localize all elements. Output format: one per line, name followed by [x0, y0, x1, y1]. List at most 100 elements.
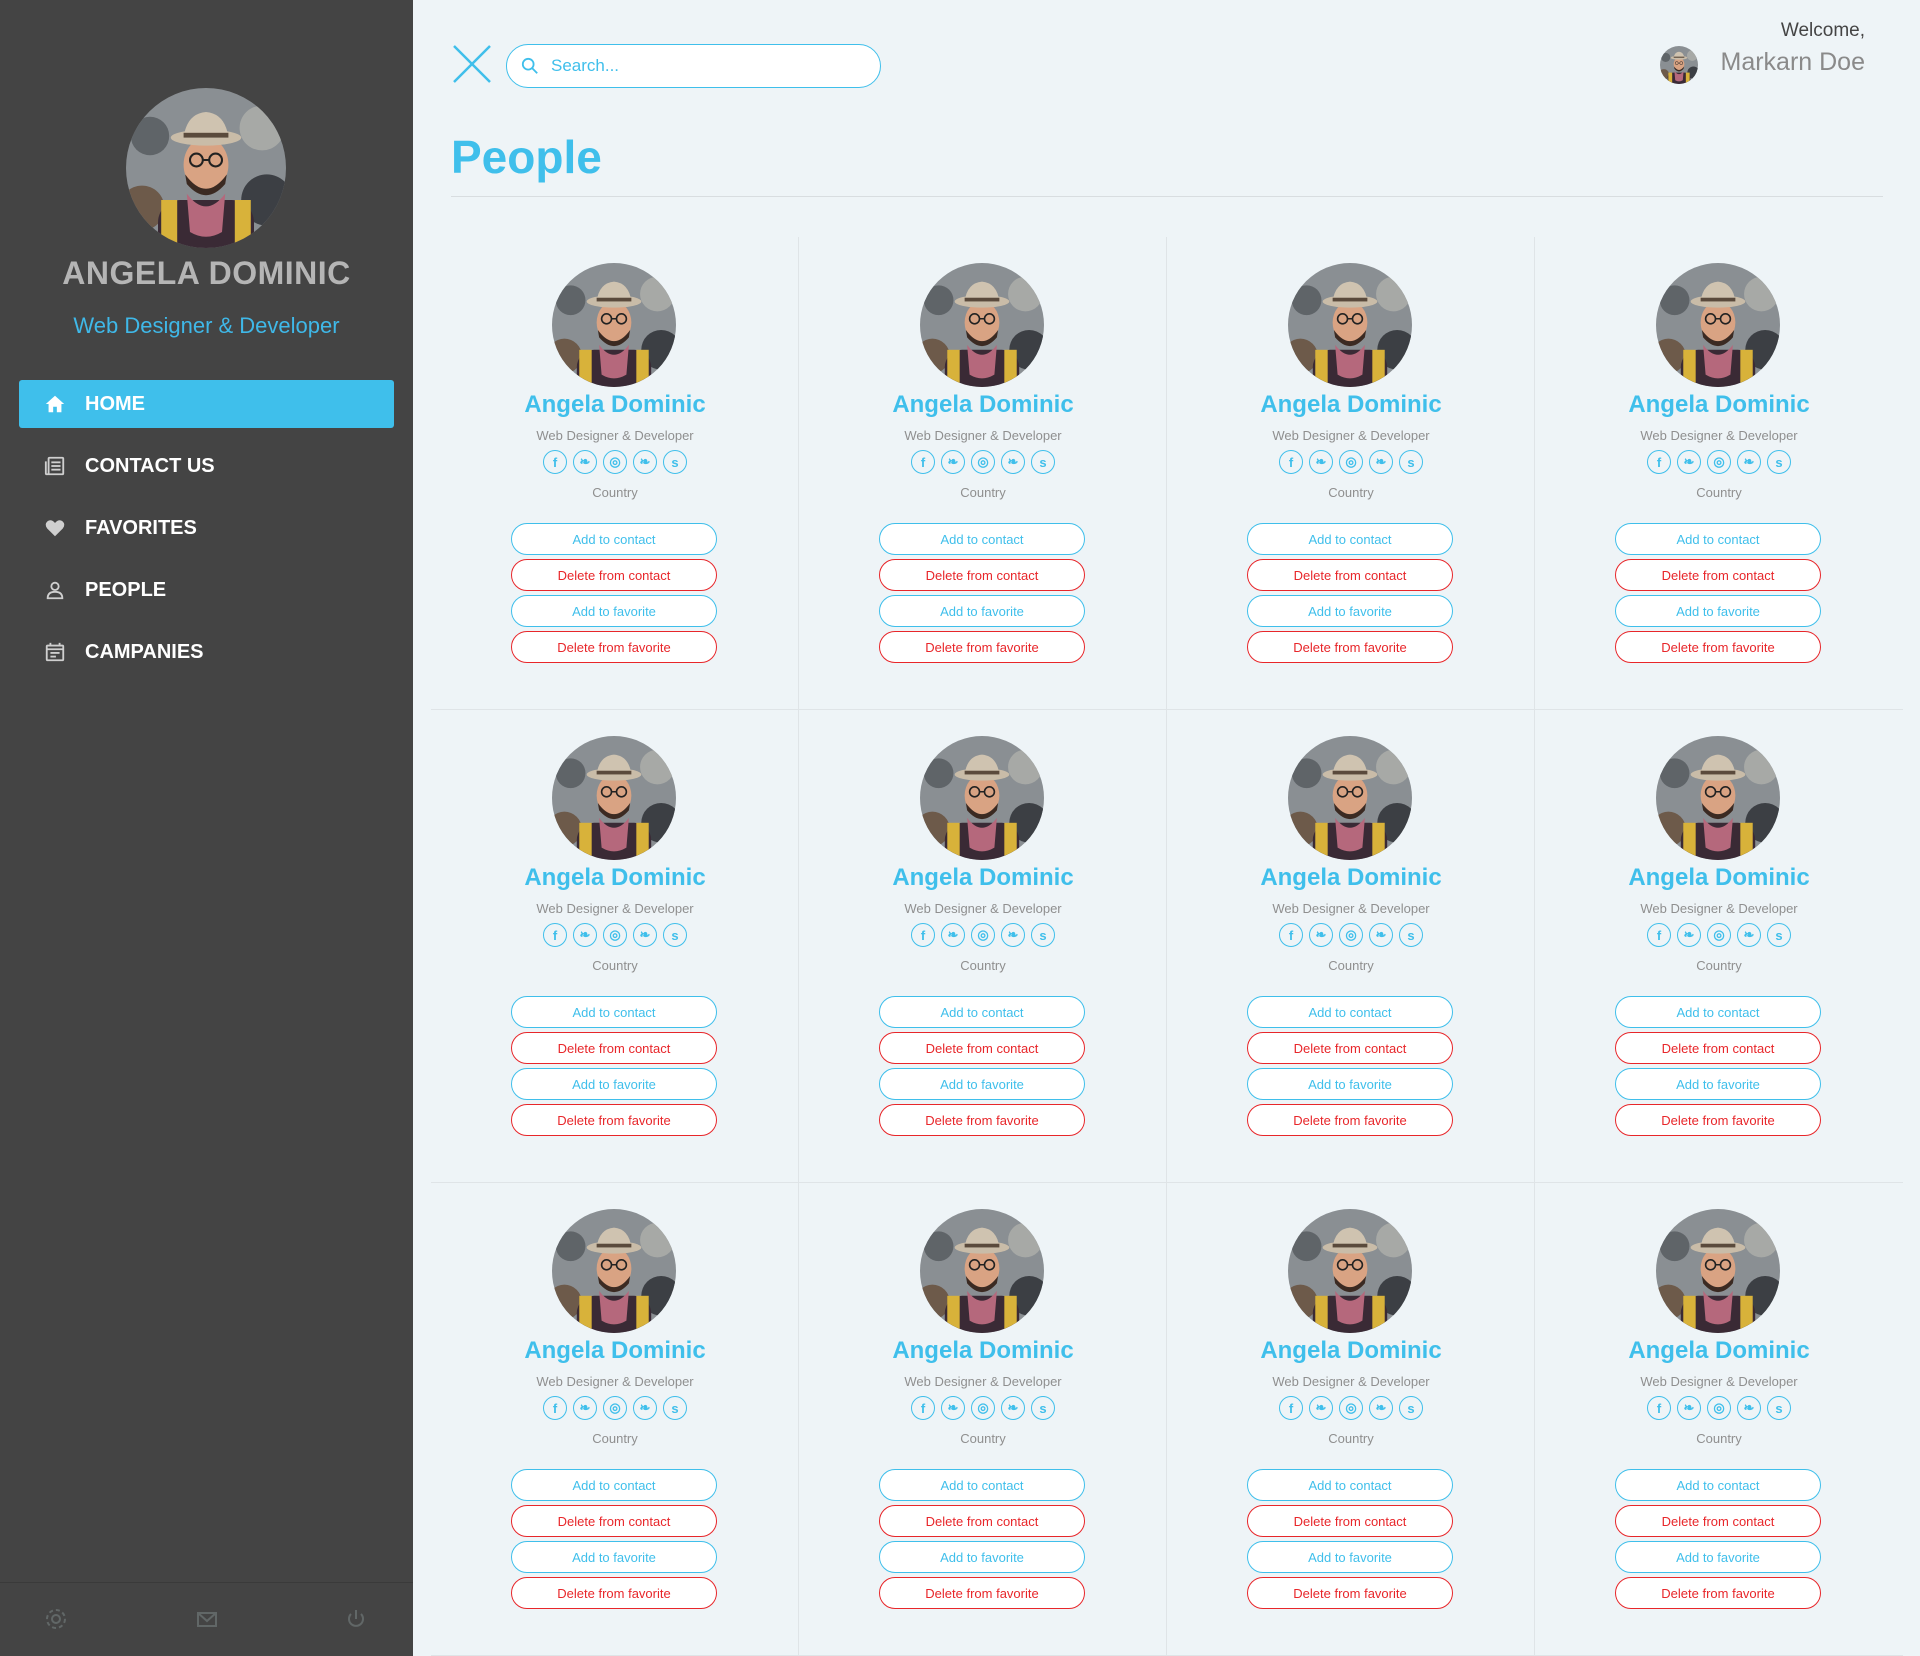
add-to-contact-button[interactable]: Add to contact [1615, 1469, 1821, 1501]
add-to-favorite-button[interactable]: Add to favorite [511, 1541, 717, 1573]
facebook-icon[interactable]: f [1279, 923, 1303, 947]
twitter-icon[interactable]: ❧ [1309, 1396, 1333, 1420]
instagram-icon[interactable]: ◎ [1707, 450, 1731, 474]
add-to-favorite-button[interactable]: Add to favorite [1247, 595, 1453, 627]
instagram-icon[interactable]: ◎ [603, 923, 627, 947]
add-to-favorite-button[interactable]: Add to favorite [1247, 1541, 1453, 1573]
add-to-favorite-button[interactable]: Add to favorite [1615, 595, 1821, 627]
twitter-icon[interactable]: ❧ [941, 1396, 965, 1420]
add-to-contact-button[interactable]: Add to contact [1247, 996, 1453, 1028]
delete-from-favorite-button[interactable]: Delete from favorite [1247, 1104, 1453, 1136]
facebook-icon[interactable]: f [1647, 450, 1671, 474]
add-to-contact-button[interactable]: Add to contact [511, 996, 717, 1028]
twitter-icon[interactable]: ❧ [1737, 450, 1761, 474]
delete-from-favorite-button[interactable]: Delete from favorite [1247, 631, 1453, 663]
sidebar-item-home[interactable]: HOME [19, 380, 394, 428]
user-name[interactable]: Markarn Doe [1700, 48, 1866, 77]
twitter-icon[interactable]: ❧ [573, 923, 597, 947]
delete-from-favorite-button[interactable]: Delete from favorite [511, 1577, 717, 1609]
delete-from-contact-button[interactable]: Delete from contact [511, 1032, 717, 1064]
instagram-icon[interactable]: ◎ [603, 450, 627, 474]
skype-icon[interactable]: s [1399, 923, 1423, 947]
delete-from-favorite-button[interactable]: Delete from favorite [1247, 1577, 1453, 1609]
delete-from-favorite-button[interactable]: Delete from favorite [1615, 1104, 1821, 1136]
delete-from-contact-button[interactable]: Delete from contact [879, 1505, 1085, 1537]
twitter-icon[interactable]: ❧ [1001, 1396, 1025, 1420]
add-to-contact-button[interactable]: Add to contact [1247, 523, 1453, 555]
instagram-icon[interactable]: ◎ [971, 1396, 995, 1420]
facebook-icon[interactable]: f [1647, 923, 1671, 947]
skype-icon[interactable]: s [1767, 450, 1791, 474]
instagram-icon[interactable]: ◎ [1339, 923, 1363, 947]
avatar[interactable] [1660, 46, 1698, 84]
delete-from-contact-button[interactable]: Delete from contact [1615, 559, 1821, 591]
skype-icon[interactable]: s [1399, 450, 1423, 474]
twitter-icon[interactable]: ❧ [1001, 923, 1025, 947]
add-to-favorite-button[interactable]: Add to favorite [1615, 1541, 1821, 1573]
delete-from-favorite-button[interactable]: Delete from favorite [511, 1104, 717, 1136]
add-to-favorite-button[interactable]: Add to favorite [511, 595, 717, 627]
add-to-contact-button[interactable]: Add to contact [1615, 523, 1821, 555]
delete-from-contact-button[interactable]: Delete from contact [1615, 1032, 1821, 1064]
skype-icon[interactable]: s [1767, 1396, 1791, 1420]
gear-icon[interactable] [44, 1607, 68, 1631]
delete-from-favorite-button[interactable]: Delete from favorite [1615, 1577, 1821, 1609]
instagram-icon[interactable]: ◎ [603, 1396, 627, 1420]
twitter-icon[interactable]: ❧ [941, 450, 965, 474]
twitter-icon[interactable]: ❧ [1677, 923, 1701, 947]
add-to-favorite-button[interactable]: Add to favorite [879, 595, 1085, 627]
delete-from-favorite-button[interactable]: Delete from favorite [1615, 631, 1821, 663]
add-to-contact-button[interactable]: Add to contact [1247, 1469, 1453, 1501]
delete-from-favorite-button[interactable]: Delete from favorite [511, 631, 717, 663]
delete-from-contact-button[interactable]: Delete from contact [1247, 1032, 1453, 1064]
skype-icon[interactable]: s [1031, 450, 1055, 474]
facebook-icon[interactable]: f [1279, 450, 1303, 474]
delete-from-contact-button[interactable]: Delete from contact [511, 1505, 717, 1537]
facebook-icon[interactable]: f [911, 1396, 935, 1420]
twitter-icon[interactable]: ❧ [1369, 923, 1393, 947]
skype-icon[interactable]: s [663, 1396, 687, 1420]
add-to-favorite-button[interactable]: Add to favorite [1247, 1068, 1453, 1100]
delete-from-contact-button[interactable]: Delete from contact [879, 559, 1085, 591]
twitter-icon[interactable]: ❧ [1001, 450, 1025, 474]
instagram-icon[interactable]: ◎ [1339, 450, 1363, 474]
add-to-contact-button[interactable]: Add to contact [511, 523, 717, 555]
delete-from-contact-button[interactable]: Delete from contact [1247, 559, 1453, 591]
instagram-icon[interactable]: ◎ [1707, 923, 1731, 947]
sidebar-item-contact-us[interactable]: CONTACT US [19, 442, 394, 490]
add-to-favorite-button[interactable]: Add to favorite [1615, 1068, 1821, 1100]
skype-icon[interactable]: s [1031, 1396, 1055, 1420]
skype-icon[interactable]: s [1031, 923, 1055, 947]
instagram-icon[interactable]: ◎ [1339, 1396, 1363, 1420]
close-icon[interactable] [452, 44, 492, 84]
add-to-contact-button[interactable]: Add to contact [511, 1469, 717, 1501]
skype-icon[interactable]: s [1399, 1396, 1423, 1420]
facebook-icon[interactable]: f [543, 450, 567, 474]
search-input[interactable] [551, 56, 851, 76]
twitter-icon[interactable]: ❧ [1309, 923, 1333, 947]
twitter-icon[interactable]: ❧ [573, 450, 597, 474]
add-to-contact-button[interactable]: Add to contact [879, 523, 1085, 555]
delete-from-contact-button[interactable]: Delete from contact [1615, 1505, 1821, 1537]
twitter-icon[interactable]: ❧ [1737, 1396, 1761, 1420]
add-to-contact-button[interactable]: Add to contact [1615, 996, 1821, 1028]
add-to-contact-button[interactable]: Add to contact [879, 996, 1085, 1028]
twitter-icon[interactable]: ❧ [1309, 450, 1333, 474]
add-to-favorite-button[interactable]: Add to favorite [879, 1541, 1085, 1573]
twitter-icon[interactable]: ❧ [633, 1396, 657, 1420]
twitter-icon[interactable]: ❧ [1677, 1396, 1701, 1420]
add-to-favorite-button[interactable]: Add to favorite [511, 1068, 717, 1100]
twitter-icon[interactable]: ❧ [1369, 450, 1393, 474]
facebook-icon[interactable]: f [1647, 1396, 1671, 1420]
facebook-icon[interactable]: f [543, 1396, 567, 1420]
delete-from-favorite-button[interactable]: Delete from favorite [879, 1104, 1085, 1136]
twitter-icon[interactable]: ❧ [1737, 923, 1761, 947]
twitter-icon[interactable]: ❧ [1677, 450, 1701, 474]
skype-icon[interactable]: s [1767, 923, 1791, 947]
facebook-icon[interactable]: f [543, 923, 567, 947]
instagram-icon[interactable]: ◎ [1707, 1396, 1731, 1420]
mail-icon[interactable] [195, 1607, 219, 1631]
sidebar-item-favorites[interactable]: FAVORITES [19, 504, 394, 552]
instagram-icon[interactable]: ◎ [971, 450, 995, 474]
add-to-favorite-button[interactable]: Add to favorite [879, 1068, 1085, 1100]
